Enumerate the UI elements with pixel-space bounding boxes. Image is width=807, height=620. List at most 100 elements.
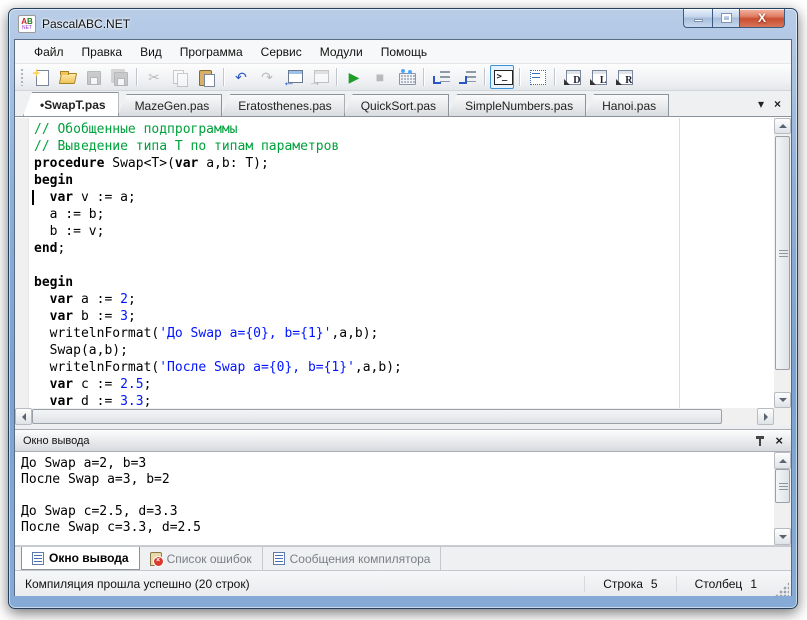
close-button[interactable]: X: [740, 9, 785, 28]
menu-item-program[interactable]: Программа: [171, 42, 252, 62]
code-line[interactable]: writelnFormat('После Swap a={0}, b={1}',…: [34, 359, 774, 376]
pin-icon[interactable]: [755, 435, 765, 447]
template-l-icon: L: [590, 69, 607, 86]
paste-button[interactable]: [194, 65, 218, 89]
editor-horizontal-scrollbar[interactable]: [15, 408, 774, 425]
code-line[interactable]: var a := 2;: [34, 291, 774, 308]
redo-button[interactable]: ↷: [255, 65, 279, 89]
undo-button[interactable]: ↶: [229, 65, 253, 89]
template-r-button[interactable]: R: [612, 65, 636, 89]
tab-quicksortpas[interactable]: QuickSort.pas: [343, 94, 450, 116]
code-area[interactable]: // Обобщенные подпрограммы // Выведение т…: [30, 118, 774, 408]
cut-button[interactable]: ✂: [142, 65, 166, 89]
paste-icon: [198, 69, 215, 87]
code-line[interactable]: var c := 2.5;: [34, 376, 774, 393]
minimize-button[interactable]: [683, 9, 712, 28]
code-token: ,a,b);: [354, 360, 402, 375]
save-button[interactable]: [81, 65, 105, 89]
editor-vscroll-thumb[interactable]: [775, 136, 790, 370]
nav-forward-button[interactable]: →: [307, 65, 331, 89]
title-bar[interactable]: AB NET PascalABC.NET X: [9, 9, 797, 39]
maximize-button[interactable]: [712, 9, 740, 28]
run-icon: ▶: [348, 69, 360, 85]
code-line[interactable]: begin: [34, 274, 774, 291]
code-token: procedure: [34, 156, 105, 171]
menu-item-view[interactable]: Вид: [131, 42, 171, 62]
output-scroll-up-button[interactable]: [774, 452, 791, 469]
code-line[interactable]: writelnFormat('До Swap a={0}, b={1}',a,b…: [34, 325, 774, 342]
code-line[interactable]: var v := a;: [34, 189, 774, 206]
tab-mazegenpas[interactable]: MazeGen.pas: [117, 94, 223, 116]
editor-gutter: [15, 118, 29, 408]
outdent-button[interactable]: [455, 65, 479, 89]
tab-hanoipas[interactable]: Hanoi.pas: [585, 94, 670, 116]
toolbar-grip[interactable]: [20, 68, 24, 86]
code-token: ;: [143, 377, 152, 392]
code-line[interactable]: Swap(a,b);: [34, 342, 774, 359]
code-line[interactable]: var b := 3;: [34, 308, 774, 325]
copy-button[interactable]: [168, 65, 192, 89]
tab-label: MazeGen.pas: [134, 98, 210, 113]
tab-close-icon[interactable]: ×: [774, 98, 781, 110]
menu-item-modules[interactable]: Модули: [311, 42, 372, 62]
indent-button[interactable]: [429, 65, 453, 89]
tab-swaptpas[interactable]: •SwapT.pas: [23, 92, 119, 116]
code-token: 2.5: [120, 377, 144, 392]
code-line[interactable]: procedure Swap<T>(var a,b: T);: [34, 155, 774, 172]
menu-item-service[interactable]: Сервис: [252, 42, 311, 62]
output-scroll-down-button[interactable]: [774, 528, 791, 545]
code-line[interactable]: end;: [34, 240, 774, 257]
output-vertical-scrollbar[interactable]: [774, 452, 791, 545]
down-arrow-icon: [778, 534, 787, 543]
output-close-icon[interactable]: ×: [775, 434, 783, 447]
menu-item-edit[interactable]: Правка: [73, 42, 132, 62]
code-line[interactable]: a := b;: [34, 206, 774, 223]
code-line[interactable]: [34, 257, 774, 274]
console-window-button[interactable]: >_: [490, 65, 514, 89]
template-letter: L: [599, 75, 607, 86]
editor-hscroll-thumb[interactable]: [32, 409, 722, 424]
code-token: var: [174, 156, 199, 171]
menu-item-file[interactable]: Файл: [25, 42, 73, 62]
tab-eratosthenespas[interactable]: Eratosthenes.pas: [221, 94, 345, 116]
text-caret: [32, 190, 34, 205]
new-file-button[interactable]: [29, 65, 53, 89]
code-token: a :=: [73, 292, 121, 307]
save-all-button[interactable]: [107, 65, 131, 89]
code-line[interactable]: var d := 3.3;: [34, 393, 774, 408]
code-line[interactable]: b := v;: [34, 223, 774, 240]
template-l-button[interactable]: L: [586, 65, 610, 89]
output-vscroll-thumb[interactable]: [775, 469, 790, 503]
bottom-tab-label: Сообщения компилятора: [289, 551, 431, 566]
tab-label: SimpleNumbers.pas: [465, 98, 574, 113]
code-line[interactable]: // Обобщенные подпрограммы: [34, 121, 774, 138]
form-designer-button[interactable]: [525, 65, 549, 89]
tab-simplenumberspas[interactable]: SimpleNumbers.pas: [448, 94, 587, 116]
bottom-tab-compiler-messages[interactable]: Сообщения компилятора: [263, 547, 442, 570]
code-token: writelnFormat(: [34, 326, 160, 341]
scroll-up-button[interactable]: [774, 118, 791, 134]
code-token: d :=: [73, 394, 121, 408]
open-file-button[interactable]: [55, 65, 79, 89]
resize-grip-icon[interactable]: [775, 582, 789, 596]
editor-vertical-scrollbar[interactable]: [774, 118, 791, 408]
bottom-tab-output-window[interactable]: Окно вывода: [21, 547, 140, 570]
output-line: После Swap c=3.3, d=2.5: [21, 520, 202, 535]
scroll-left-button[interactable]: [15, 408, 32, 425]
output-panel-header: Окно вывода ×: [15, 429, 791, 452]
template-d-button[interactable]: D: [560, 65, 584, 89]
scroll-down-button[interactable]: [774, 392, 791, 408]
nav-back-button[interactable]: ←: [281, 65, 305, 89]
code-line[interactable]: // Выведение типа T по типам параметров: [34, 138, 774, 155]
scroll-right-button[interactable]: [757, 408, 774, 425]
code-line[interactable]: begin: [34, 172, 774, 189]
menu-item-help[interactable]: Помощь: [372, 42, 436, 62]
stop-button[interactable]: ■: [368, 65, 392, 89]
keyboard-button[interactable]: [394, 65, 418, 89]
code-editor[interactable]: // Обобщенные подпрограммы // Выведение т…: [15, 116, 791, 425]
run-button[interactable]: ▶: [342, 65, 366, 89]
tab-list-dropdown-icon[interactable]: ▾: [758, 98, 764, 110]
output-line: До Swap c=2.5, d=3.3: [21, 504, 178, 519]
bottom-tab-error-list[interactable]: Список ошибок: [140, 547, 263, 570]
